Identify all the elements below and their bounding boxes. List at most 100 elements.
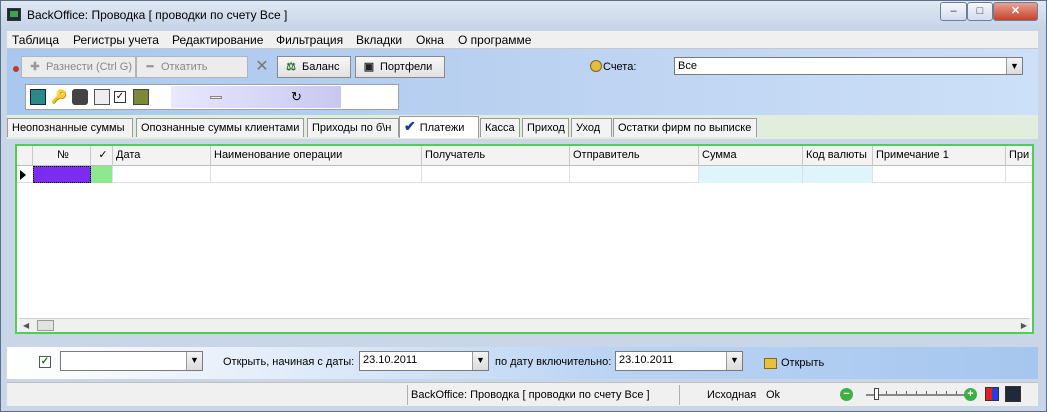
printer-icon[interactable] [72,89,88,105]
window-title: BackOffice: Проводка [ проводки по счету… [27,8,288,22]
tab-strip: Неопознанные суммы Опознанные суммы клие… [7,115,1038,139]
menu-windows[interactable]: Окна [416,33,444,47]
zoom-in-icon[interactable]: + [964,388,977,401]
to-date-label: по дату включительно: [495,356,612,368]
export-icon[interactable] [94,89,110,105]
col-currency[interactable]: Код валюты [803,146,873,166]
menu-edit[interactable]: Редактирование [172,33,263,47]
zoom-slider-knob[interactable] [874,388,879,400]
filter-select[interactable]: ▼ [60,351,203,371]
cell-sender[interactable] [570,166,699,183]
chevron-down-icon: ▼ [1006,58,1022,74]
post-label: Разнести (Ctrl G) [46,61,132,73]
filter-bar: ✓ ▼ Открыть, начиная с даты: 23.10.2011 … [7,347,1038,379]
balance-label: Баланс [302,61,340,73]
tab-identified[interactable]: Опознанные суммы клиентами [136,118,304,137]
table-row[interactable] [17,166,1032,183]
status-bar: BackOffice: Проводка [ проводки по счету… [7,382,1038,406]
slider-tick [936,391,937,394]
close-button[interactable]: ✕ [993,2,1038,21]
col-date[interactable]: Дата [113,146,211,166]
data-grid[interactable]: № ✓ Дата Наименование операции Получател… [15,144,1034,334]
post-button[interactable]: ✚ Разнести (Ctrl G) [21,56,136,78]
accounts-value: Все [678,60,697,72]
tab-label: Приходы по б\н [312,122,392,134]
to-date-value: 23.10.2011 [619,354,674,366]
col-recipient[interactable]: Получатель [422,146,570,166]
refresh-icon[interactable]: ↻ [291,89,302,105]
status-state: Ok [766,389,781,401]
row-pointer-icon [20,170,26,180]
scroll-thumb[interactable] [37,320,54,331]
minimize-panel-icon[interactable] [210,96,222,99]
open-from-label: Открыть, начиная с даты: [223,356,355,368]
monitor-icon[interactable] [1005,386,1021,402]
cell-recipient[interactable] [422,166,570,183]
calculator-icon[interactable] [30,89,46,105]
tab-income[interactable]: Приход [522,118,569,137]
cell-check[interactable] [91,166,113,183]
tab-cash[interactable]: Касса [480,118,520,137]
tab-label: Опознанные суммы клиентами [141,122,300,134]
scroll-right-icon[interactable]: ▶ [1021,321,1027,330]
col-number[interactable]: № [33,146,91,166]
chevron-down-icon: ▼ [186,352,202,370]
portfolio-label: Портфели [380,61,433,73]
money-icon[interactable] [133,89,149,105]
from-date-picker[interactable]: 23.10.2011 ▼ [359,351,489,371]
zoom-slider[interactable] [866,388,970,400]
portfolio-button[interactable]: ▣ Портфели [355,56,445,78]
scroll-left-icon[interactable]: ◀ [23,321,29,330]
to-date-picker[interactable]: 23.10.2011 ▼ [615,351,743,371]
accounts-icon [590,60,602,72]
tab-outgo[interactable]: Уход [571,118,612,137]
menu-table[interactable]: Таблица [12,33,59,47]
tab-label: Остатки фирм по выписке [618,122,752,134]
col-operation[interactable]: Наименование операции [211,146,422,166]
tab-incoming-bn[interactable]: Приходы по б\н [307,118,399,137]
status-separator [407,385,408,405]
tab-label: Приход [527,122,565,134]
slider-tick [896,391,897,394]
cell-sum[interactable] [699,166,803,183]
toggle-checkbox[interactable]: ✓ [114,91,126,103]
cell-operation[interactable] [211,166,422,183]
col-sender[interactable]: Отправитель [570,146,699,166]
cancel-x-icon[interactable]: ✕ [252,56,272,78]
tab-balances[interactable]: Остатки фирм по выписке [613,118,757,137]
tab-unidentified[interactable]: Неопознанные суммы [7,118,133,137]
rollback-button[interactable]: ━ Откатить [136,56,248,78]
check-icon: ✔ [404,118,416,134]
col-note2[interactable]: При [1006,146,1032,166]
balance-button[interactable]: ⚖ Баланс [277,56,351,78]
maximize-button[interactable]: □ [967,2,993,21]
zoom-out-icon[interactable]: − [840,388,853,401]
col-sum[interactable]: Сумма [699,146,803,166]
cell-number[interactable] [33,166,91,183]
col-indicator [17,146,33,166]
status-separator [679,385,680,405]
menu-about[interactable]: О программе [458,33,531,47]
accounts-select[interactable]: Все ▼ [674,57,1023,75]
menu-tabs[interactable]: Вкладки [356,33,402,47]
col-note1[interactable]: Примечание 1 [873,146,1006,166]
cell-currency[interactable] [803,166,873,183]
briefcase-icon: ▣ [363,61,375,73]
colors-icon[interactable] [985,387,999,401]
key-icon[interactable]: 🔑 [51,89,67,105]
slider-tick [906,391,907,394]
menu-registers[interactable]: Регистры учета [73,33,159,47]
minimize-button[interactable]: – [940,2,967,21]
cell-date[interactable] [113,166,211,183]
tab-label: Уход [576,122,601,134]
col-check[interactable]: ✓ [91,146,113,166]
cell-note1[interactable] [873,166,1006,183]
status-dot-icon [13,66,19,72]
menu-filter[interactable]: Фильтрация [276,33,343,47]
horizontal-scrollbar[interactable]: ◀ ▶ [19,318,1030,332]
toolbar-area: ✚ Разнести (Ctrl G) ━ Откатить ✕ ⚖ Баланс ▣… [7,49,1038,115]
open-button[interactable]: Открыть [764,353,824,373]
tab-label: Касса [485,122,515,134]
tab-payments[interactable]: ✔ Платежи [399,116,479,138]
filter-checkbox[interactable]: ✓ [39,356,51,368]
